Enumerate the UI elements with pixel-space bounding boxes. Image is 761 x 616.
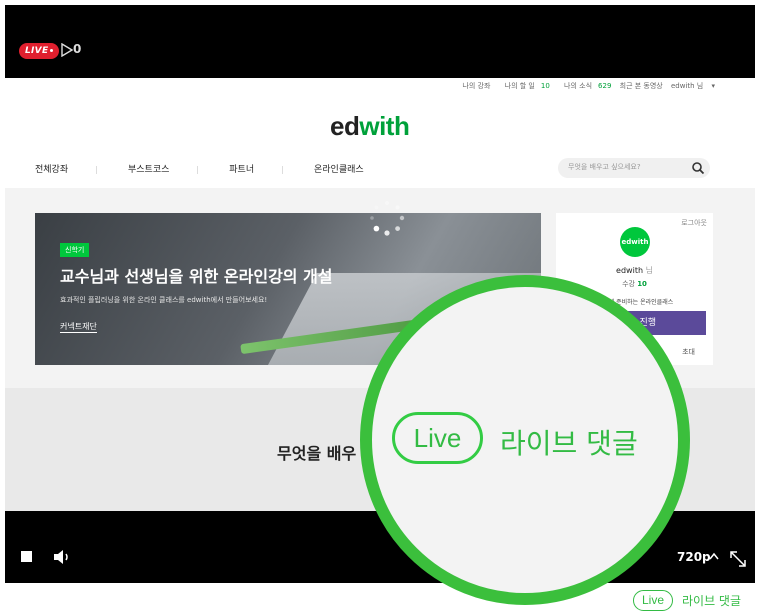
profile-count-value: 10: [637, 280, 647, 288]
utility-news-count: 629: [598, 82, 612, 90]
viewer-count: 0: [73, 42, 82, 56]
chevron-up-icon[interactable]: [708, 551, 720, 561]
utility-my-courses: 나의 강좌: [462, 82, 491, 90]
profile-name-suffix: 님: [645, 266, 653, 275]
nav-divider: [282, 165, 284, 174]
logo-with: with: [359, 111, 410, 141]
edwith-logo: edwith: [330, 111, 410, 142]
utility-user: edwith 님: [670, 82, 704, 90]
site-header: 나의 강좌 나의 할 일 10 나의 소식 629 최근 본 동영상 edwith …: [5, 78, 755, 188]
nav-divider: [197, 165, 199, 174]
live-comment-button[interactable]: 라이브 댓글: [682, 592, 741, 609]
profile-count-label: 수강: [622, 280, 635, 288]
banner-tag: 신학기: [60, 243, 90, 257]
site-nav: 전체강좌 부스트코스 파트너 온라인클래스: [35, 162, 392, 175]
section-title: 무엇을 배우: [277, 444, 357, 463]
stop-button[interactable]: [21, 551, 32, 562]
avatar: edwith: [620, 227, 650, 257]
live-comment-magnifier: Live 라이브 댓글: [360, 275, 690, 605]
banner-link: 커넥트재단: [60, 322, 97, 333]
utility-bar: 나의 강좌 나의 할 일 10 나의 소식 629 최근 본 동영상 edwith …: [456, 81, 715, 91]
profile-name-text: edwith: [616, 266, 644, 275]
logo-ed: ed: [330, 111, 360, 141]
utility-todo-count: 10: [540, 82, 550, 90]
live-badge-label: LIVE: [25, 46, 49, 56]
live-comment-pill[interactable]: Live: [633, 590, 673, 611]
utility-todo: 나의 할 일 10: [499, 82, 550, 90]
quality-selector[interactable]: 720p: [677, 550, 711, 564]
utility-todo-label: 나의 할 일: [504, 82, 535, 90]
chevron-down-icon: ▾: [709, 82, 715, 90]
play-viewers-icon: [61, 43, 73, 57]
logout-link: 로그아웃: [681, 219, 707, 227]
utility-news-label: 나의 소식: [564, 82, 593, 90]
utility-recent: 최근 본 동영상: [619, 82, 663, 90]
banner-subtitle: 효과적인 플립러닝을 위한 온라인 클래스를 edwith에서 만들어보세요!: [60, 296, 268, 304]
nav-partner: 파트너: [229, 165, 255, 175]
screen: LIVE 0 나의 강좌 나의 할 일 10 나의 소식 629 최근 본 동영상 …: [0, 0, 761, 616]
live-dot-icon: [50, 49, 54, 52]
magnified-live-comment-label: 라이브 댓글: [500, 427, 638, 460]
live-badge: LIVE: [19, 43, 60, 59]
utility-news: 나의 소식 629: [558, 82, 611, 90]
profile-name: edwith 님: [556, 265, 713, 276]
volume-icon[interactable]: [52, 549, 72, 565]
loading-spinner-icon: [370, 201, 405, 236]
search-placeholder: 무엇을 배우고 싶으세요?: [568, 163, 641, 171]
site-search: 무엇을 배우고 싶으세요?: [558, 158, 710, 178]
banner-title: 교수님과 선생님을 위한 온라인강의 개설: [60, 267, 333, 286]
search-icon: [692, 162, 705, 175]
player-top-bar: LIVE 0: [5, 5, 755, 78]
profile-invite-link: 초대: [682, 348, 695, 356]
nav-divider: [96, 165, 98, 174]
fullscreen-icon[interactable]: [729, 550, 747, 568]
nav-online-class: 온라인클래스: [314, 165, 364, 175]
magnified-live-pill: Live: [392, 412, 483, 464]
nav-all-courses: 전체강좌: [35, 165, 69, 175]
nav-boostcourse: 부스트코스: [128, 165, 170, 175]
